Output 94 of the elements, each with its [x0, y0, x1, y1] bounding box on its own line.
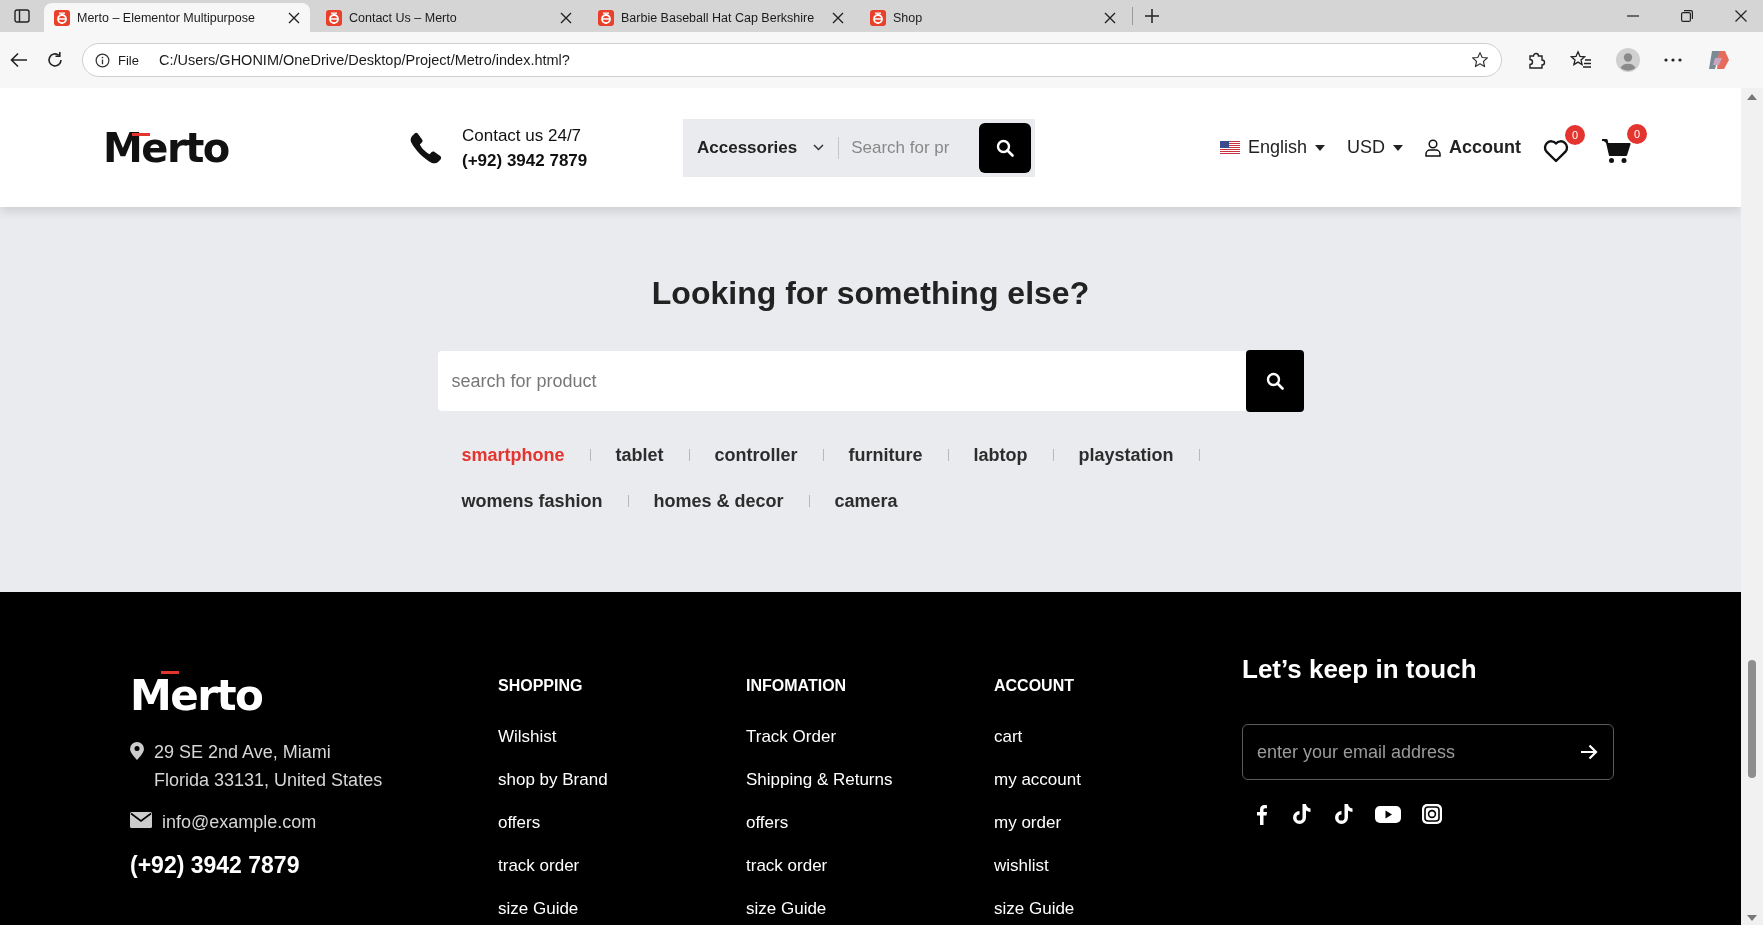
footer-link[interactable]: track order [746, 856, 994, 876]
caret-icon [1393, 144, 1403, 151]
search-icon [1265, 372, 1284, 390]
url-text: C:/Users/GHONIM/OneDrive/Desktop/Project/Metro/index.html? [158, 52, 571, 68]
tag-link[interactable]: labtop [973, 444, 1028, 466]
tag-link[interactable]: controller [714, 444, 798, 466]
footer-link[interactable]: offers [498, 813, 746, 833]
profile-avatar-icon[interactable] [1616, 48, 1640, 72]
account-link[interactable]: Account [1425, 137, 1521, 158]
footer-link[interactable]: Wilshist [498, 727, 746, 747]
tag-link[interactable]: homes & decor [653, 490, 784, 512]
column-heading: ACCOUNT [994, 676, 1075, 696]
info-icon [95, 52, 110, 68]
logo: Merto [103, 124, 230, 171]
cart-count: 0 [1627, 123, 1647, 144]
footer-link[interactable]: shop by Brand [498, 770, 746, 790]
search-icon [996, 138, 1014, 157]
cart-icon[interactable] [1601, 137, 1631, 164]
tab-close-icon[interactable] [560, 11, 572, 24]
favorites-icon[interactable] [1570, 50, 1592, 70]
tag-link[interactable]: playstation [1078, 444, 1174, 466]
plus-icon[interactable] [1145, 9, 1159, 23]
footer-link[interactable]: track order [498, 856, 746, 876]
search-field[interactable]: search for product [437, 351, 1246, 411]
contact-label: Contact us 24/7 [462, 124, 583, 147]
scroll-down-icon[interactable] [1747, 915, 1757, 921]
browser-tab[interactable]: Merto – Elementor Multipurpose [44, 3, 310, 32]
site-icon [870, 9, 886, 26]
tag-link[interactable]: furniture [848, 444, 923, 466]
sidebar-icon[interactable] [14, 9, 30, 23]
column-heading: INFOMATION [746, 676, 848, 696]
user-icon [1425, 138, 1441, 157]
star-icon[interactable] [1471, 51, 1489, 69]
footer-link[interactable]: size Guide [498, 899, 746, 919]
search-field[interactable]: Search for pr [839, 137, 979, 158]
browser-tab[interactable]: Barbie Baseball Hat Cap Berkshire [588, 3, 854, 32]
currency-dropdown[interactable]: USD [1347, 137, 1403, 158]
language-dropdown[interactable]: English [1219, 137, 1325, 158]
browser-tab[interactable]: Shop [860, 3, 1126, 32]
wishlist-count: 0 [1565, 124, 1585, 145]
section-heading: Looking for something else? [650, 274, 1091, 313]
envelope-icon [130, 812, 152, 828]
more-icon[interactable] [1664, 58, 1682, 62]
caret-icon [1315, 144, 1325, 151]
instagram-icon[interactable] [1420, 802, 1444, 826]
location-pin-icon [130, 742, 144, 760]
footer-link[interactable]: offers [746, 813, 994, 833]
tag-link[interactable]: smartphone [461, 444, 565, 466]
restore-icon[interactable] [1681, 10, 1693, 22]
contact-phone: (+92) 3942 7879 [462, 149, 588, 172]
site-icon [54, 9, 70, 26]
address-bar[interactable]: File C:/Users/GHONIM/OneDrive/Desktop/Project/Metro/index.html? [82, 43, 1502, 77]
tag-link[interactable]: tablet [615, 444, 664, 466]
puzzle-icon[interactable] [1526, 50, 1546, 70]
chevron-down-icon [813, 144, 825, 151]
browser-tab[interactable]: Contact Us – Merto [316, 3, 582, 32]
category-dropdown[interactable]: Accessories [683, 118, 839, 177]
footer-link[interactable]: cart [994, 727, 1242, 747]
footer-link[interactable]: my account [994, 770, 1242, 790]
footer-link[interactable]: Track Order [746, 727, 994, 747]
tiktok-icon[interactable] [1290, 802, 1314, 826]
address-line: 29 SE 2nd Ave, Miami [154, 741, 332, 764]
tag-link[interactable]: camera [834, 490, 898, 512]
footer-link[interactable]: my order [994, 813, 1242, 833]
tab-close-icon[interactable] [832, 11, 844, 24]
tiktok-icon[interactable] [1332, 802, 1356, 826]
footer-link[interactable]: size Guide [994, 899, 1242, 919]
scrollbar-thumb[interactable] [1748, 660, 1756, 778]
newsletter-heading: Let’s keep in touch [1242, 653, 1478, 686]
address-line: Florida 33131, United States [154, 769, 383, 792]
back-icon[interactable] [10, 52, 28, 68]
assistant-icon[interactable] [1706, 48, 1730, 72]
search-button[interactable] [979, 122, 1031, 173]
footer-link[interactable]: size Guide [746, 899, 994, 919]
site-icon [598, 9, 614, 26]
heart-icon[interactable] [1543, 138, 1569, 163]
site-icon [326, 9, 342, 26]
tag-link[interactable]: womens fashion [461, 490, 603, 512]
url-scheme: File [118, 52, 139, 68]
scroll-up-icon[interactable] [1747, 94, 1757, 100]
reload-icon[interactable] [46, 51, 64, 69]
footer-link[interactable]: Shipping & Returns [746, 770, 994, 790]
phone-number: (+92) 3942 7879 [130, 852, 301, 879]
footer-logo: Merto [130, 670, 263, 722]
flag-icon [1219, 141, 1240, 154]
footer-link[interactable]: wishlist [994, 856, 1242, 876]
column-heading: SHOPPING [498, 676, 584, 696]
email-text: info@example.com [162, 811, 317, 834]
tab-close-icon[interactable] [1104, 11, 1116, 24]
search-button[interactable] [1245, 350, 1304, 412]
arrow-right-icon [1580, 744, 1598, 760]
tab-close-icon[interactable] [288, 11, 300, 24]
close-icon[interactable] [1735, 10, 1747, 22]
email-field[interactable]: enter your email address [1242, 724, 1614, 780]
